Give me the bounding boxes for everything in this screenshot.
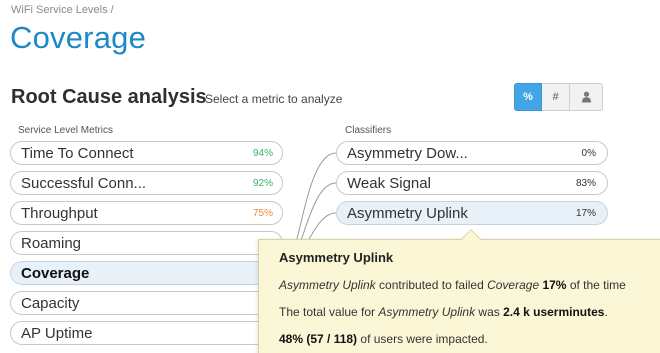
metric-name: Coverage: [21, 264, 90, 282]
tooltip-users-line: 48% (57 / 118) of users were impacted.: [279, 332, 488, 346]
metric-item-successful-connects[interactable]: Successful Conn... 92%: [10, 171, 283, 195]
tooltip-arrow: [461, 229, 481, 249]
metric-item-roaming[interactable]: Roaming 9: [10, 231, 283, 255]
metric-value: 92%: [252, 177, 273, 189]
classifier-value: 17%: [575, 207, 596, 219]
metric-item-throughput[interactable]: Throughput 75%: [10, 201, 283, 225]
tooltip-contribution-line: Asymmetry Uplink contributed to failed C…: [279, 278, 626, 292]
classifier-value: 0%: [581, 147, 596, 159]
metric-name: Time To Connect: [21, 144, 134, 162]
user-icon: [581, 91, 591, 103]
classifiers-header: Classifiers: [345, 125, 392, 136]
breadcrumb[interactable]: WiFi Service Levels /: [11, 4, 114, 16]
section-title: Root Cause analysis: [11, 86, 207, 108]
classifier-name: Asymmetry Uplink: [347, 204, 468, 222]
metric-name: Throughput: [21, 204, 98, 222]
page-title: Coverage: [10, 20, 147, 55]
classifier-list: Asymmetry Dow... 0% Weak Signal 83% Asym…: [336, 141, 608, 231]
metric-name: Roaming: [21, 234, 82, 252]
metric-item-ap-uptime[interactable]: AP Uptime 9: [10, 321, 283, 345]
classifier-name: Asymmetry Dow...: [347, 144, 468, 162]
section-subtitle: Select a metric to analyze: [205, 92, 343, 106]
metric-list: Time To Connect 94% Successful Conn... 9…: [10, 141, 283, 351]
percent-toggle-button[interactable]: %: [514, 83, 542, 111]
classifier-item-asymmetry-downlink[interactable]: Asymmetry Dow... 0%: [336, 141, 608, 165]
metric-name: Successful Conn...: [21, 174, 147, 192]
classifier-name: Weak Signal: [347, 174, 431, 192]
metric-item-capacity[interactable]: Capacity 9: [10, 291, 283, 315]
classifier-item-weak-signal[interactable]: Weak Signal 83%: [336, 171, 608, 195]
count-toggle-button[interactable]: #: [542, 83, 570, 111]
metric-value: 75%: [252, 207, 273, 219]
tooltip-title: Asymmetry Uplink: [279, 250, 394, 265]
classifier-tooltip: Asymmetry Uplink Asymmetry Uplink contri…: [258, 229, 660, 353]
classifier-value: 83%: [575, 177, 596, 189]
metric-item-coverage[interactable]: Coverage 7: [10, 261, 283, 285]
metric-name: Capacity: [21, 294, 80, 312]
view-toggle-group: % #: [514, 83, 603, 111]
tooltip-total-line: The total value for Asymmetry Uplink was…: [279, 305, 608, 319]
users-toggle-button[interactable]: [570, 83, 603, 111]
metrics-header: Service Level Metrics: [18, 125, 114, 136]
metric-name: AP Uptime: [21, 324, 93, 342]
metric-item-time-to-connect[interactable]: Time To Connect 94%: [10, 141, 283, 165]
classifier-item-asymmetry-uplink[interactable]: Asymmetry Uplink 17%: [336, 201, 608, 225]
metric-value: 94%: [252, 147, 273, 159]
